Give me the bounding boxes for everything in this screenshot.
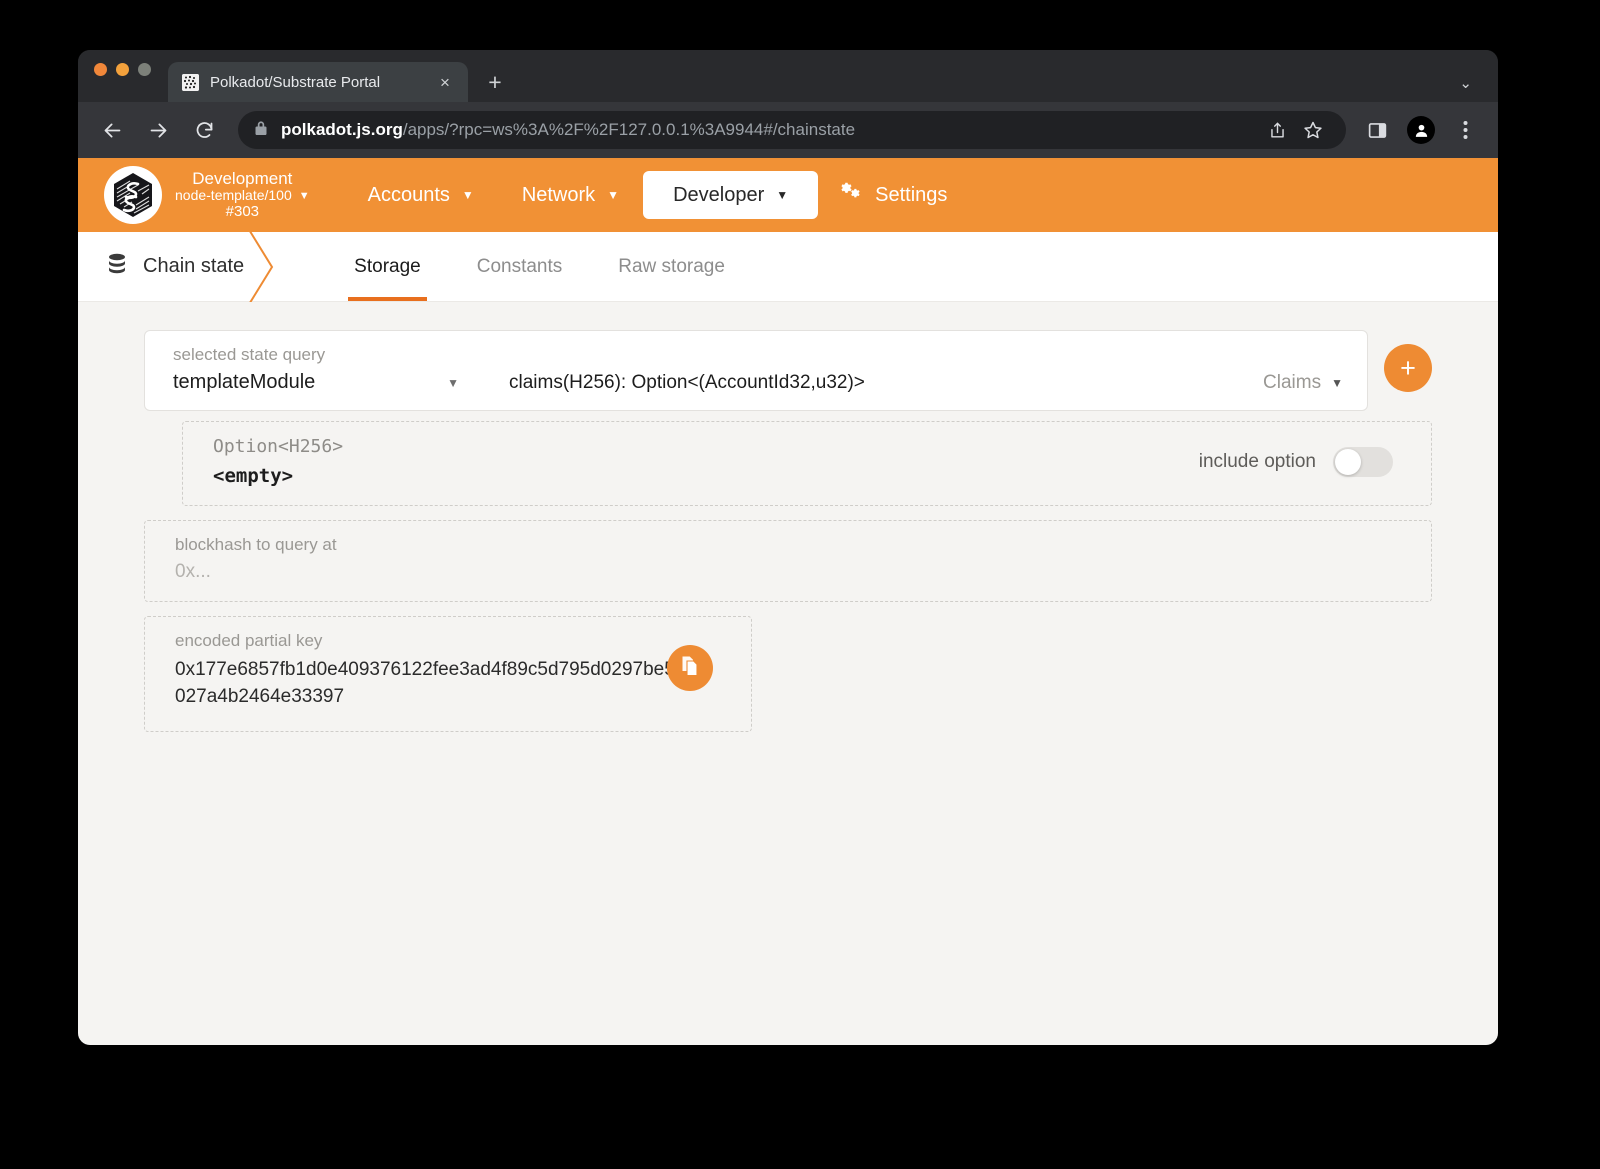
option-value: <empty> — [213, 465, 1199, 487]
chain-block-number: #303 — [175, 204, 310, 221]
query-body: templateModule ▼ claims(H256): Option<(A… — [173, 371, 1343, 394]
browser-window: Polkadot/Substrate Portal × + ⌄ polkadot… — [78, 50, 1498, 1045]
query-row: selected state query templateModule ▼ cl… — [144, 330, 1432, 411]
nav-item-label: Developer — [673, 184, 764, 207]
browser-tab-strip: Polkadot/Substrate Portal × + ⌄ — [78, 50, 1498, 102]
option-type-label: Option<H256> — [213, 436, 1199, 457]
option-value-group: Option<H256> <empty> — [213, 436, 1199, 487]
minimize-window-button[interactable] — [116, 63, 129, 76]
chevron-down-icon: ▼ — [1331, 376, 1343, 390]
nav-item-developer[interactable]: Developer ▼ — [643, 171, 818, 219]
option-h256-panel: Option<H256> <empty> include option — [182, 421, 1432, 506]
include-option-toggle[interactable] — [1333, 447, 1393, 477]
three-dot-menu-icon[interactable] — [1448, 113, 1482, 147]
encoded-partial-key-value: 0x177e6857fb1d0e409376122fee3ad4f89c5d79… — [175, 657, 695, 711]
chain-name: Development — [175, 169, 310, 188]
nav-item-network[interactable]: Network ▼ — [498, 171, 643, 219]
tab-label: Storage — [354, 256, 421, 278]
selected-state-query-label: selected state query — [173, 345, 1343, 365]
side-panel-icon[interactable] — [1360, 113, 1394, 147]
encoded-partial-key-label: encoded partial key — [175, 631, 725, 651]
polkadot-hexagon-logo — [104, 166, 162, 224]
back-arrow-icon[interactable] — [94, 112, 130, 148]
page-tab-bar: Chain state Storage Constants Raw storag… — [78, 232, 1498, 302]
tab-storage[interactable]: Storage — [326, 232, 449, 301]
close-tab-button[interactable]: × — [434, 71, 456, 93]
storage-tabs: Storage Constants Raw storage — [326, 232, 753, 301]
module-dropdown[interactable]: templateModule ▼ — [173, 371, 459, 394]
settings-label: Settings — [875, 184, 947, 207]
close-window-button[interactable] — [94, 63, 107, 76]
window-controls — [94, 50, 151, 102]
nav-item-accounts[interactable]: Accounts ▼ — [344, 171, 498, 219]
chevron-down-icon[interactable]: ⌄ — [1459, 74, 1472, 92]
avatar — [1407, 116, 1435, 144]
share-icon[interactable] — [1260, 113, 1294, 147]
blockhash-panel[interactable]: blockhash to query at 0x... — [144, 520, 1432, 602]
url-host: polkadot.js.org — [281, 120, 403, 139]
tab-divider-chevron — [242, 232, 286, 301]
url-path: /apps/?rpc=ws%3A%2F%2F127.0.0.1%3A9944#/… — [403, 120, 855, 139]
polkadot-dots-icon — [182, 74, 199, 91]
browser-tab[interactable]: Polkadot/Substrate Portal × — [168, 62, 468, 102]
gears-icon — [838, 181, 864, 209]
browser-toolbar: polkadot.js.org/apps/?rpc=ws%3A%2F%2F127… — [78, 102, 1498, 158]
breadcrumb: Chain state — [78, 232, 284, 301]
encoded-partial-key-panel: encoded partial key 0x177e6857fb1d0e4093… — [144, 616, 752, 732]
browser-tab-title: Polkadot/Substrate Portal — [210, 74, 423, 91]
new-tab-button[interactable]: + — [480, 67, 510, 97]
chevron-down-icon: ▼ — [447, 376, 459, 390]
copy-icon — [678, 654, 702, 683]
include-option-group: include option — [1199, 447, 1405, 477]
lock-icon — [254, 120, 268, 141]
chain-node-name: node-template/100 — [175, 188, 292, 204]
blockhash-label: blockhash to query at — [175, 535, 1405, 555]
chevron-down-icon: ▼ — [462, 188, 474, 202]
omnibox-actions — [1260, 113, 1330, 147]
address-bar[interactable]: polkadot.js.org/apps/?rpc=ws%3A%2F%2F127… — [238, 111, 1346, 149]
nav-item-label: Network — [522, 184, 595, 207]
main-content: selected state query templateModule ▼ cl… — [78, 302, 1498, 1045]
main-nav: Accounts ▼ Network ▼ Developer ▼ — [344, 171, 968, 219]
chain-node-row: node-template/100 ▼ — [175, 188, 310, 204]
app-topbar: Development node-template/100 ▼ #303 Acc… — [78, 158, 1498, 232]
page-title: Chain state — [143, 255, 244, 278]
tab-label: Raw storage — [618, 256, 725, 278]
chevron-down-icon: ▼ — [776, 188, 788, 202]
brand-chain-selector[interactable]: Development node-template/100 ▼ #303 — [104, 166, 310, 224]
method-value: Claims — [1263, 372, 1321, 394]
selected-state-query-card: selected state query templateModule ▼ cl… — [144, 330, 1368, 411]
tab-raw-storage[interactable]: Raw storage — [590, 232, 753, 301]
profile-avatar-icon[interactable] — [1404, 113, 1438, 147]
chevron-down-icon[interactable]: ▼ — [299, 190, 310, 202]
tab-constants[interactable]: Constants — [449, 232, 591, 301]
polkadot-app: Development node-template/100 ▼ #303 Acc… — [78, 158, 1498, 1045]
maximize-window-button[interactable] — [138, 63, 151, 76]
reload-icon[interactable] — [186, 112, 222, 148]
method-signature: claims(H256): Option<(AccountId32,u32)> — [509, 372, 865, 394]
forward-arrow-icon[interactable] — [140, 112, 176, 148]
chain-info: Development node-template/100 ▼ #303 — [175, 169, 310, 221]
toggle-knob — [1335, 449, 1361, 475]
star-icon[interactable] — [1296, 113, 1330, 147]
blockhash-input[interactable]: 0x... — [175, 561, 1405, 583]
copy-button[interactable] — [667, 645, 713, 691]
module-value: templateModule — [173, 371, 315, 394]
database-icon — [106, 252, 128, 282]
nav-item-label: Accounts — [368, 184, 450, 207]
chevron-down-icon: ▼ — [607, 188, 619, 202]
tab-label: Constants — [477, 256, 563, 278]
include-option-label: include option — [1199, 451, 1316, 473]
nav-item-settings[interactable]: Settings — [818, 181, 967, 209]
url-text: polkadot.js.org/apps/?rpc=ws%3A%2F%2F127… — [281, 120, 855, 140]
add-query-button[interactable]: + — [1384, 344, 1432, 392]
method-dropdown[interactable]: Claims ▼ — [1263, 372, 1343, 394]
